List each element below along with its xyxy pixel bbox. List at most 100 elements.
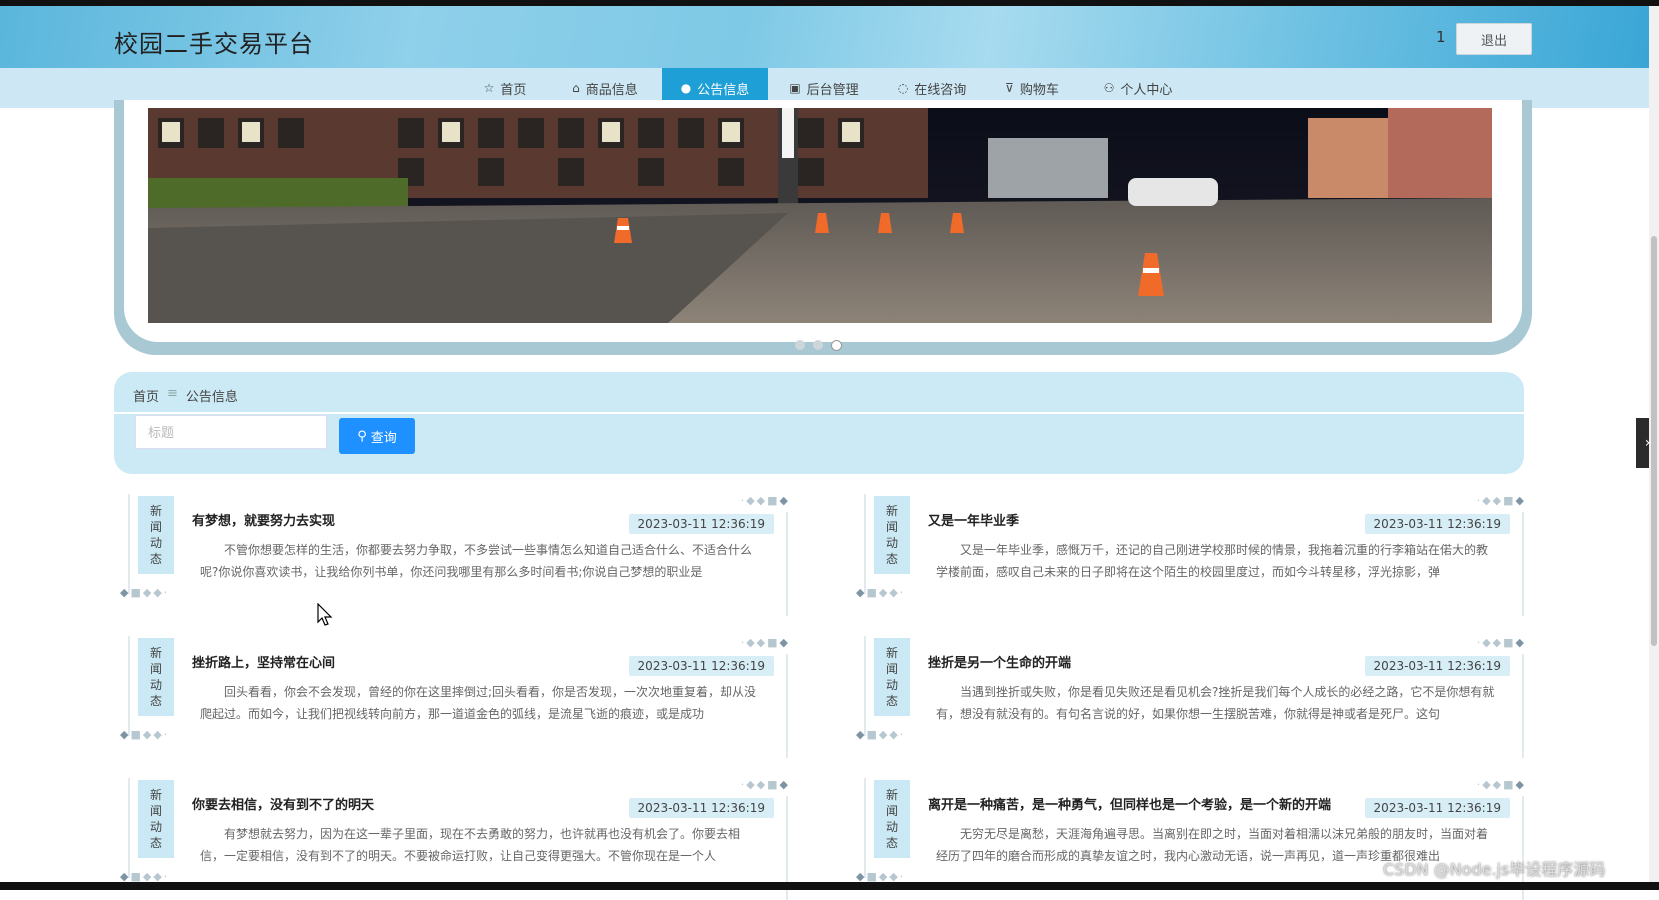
tag-char: 动 xyxy=(149,536,162,550)
news-tag: 新 闻 动 态 xyxy=(138,496,174,574)
tag-char: 新 xyxy=(885,504,898,518)
cart-icon: ⊽ xyxy=(1005,81,1014,95)
bag-icon: ⌂ xyxy=(572,81,580,95)
notice-card[interactable]: 新 闻 动 态 ·◆◆■◆ ◆■◆◆· 挫折是另一个生命的开端 2023-03-… xyxy=(856,636,1526,758)
notice-title[interactable]: 挫折是另一个生命的开端 xyxy=(928,652,1071,671)
card-rule xyxy=(128,636,130,736)
notice-title[interactable]: 又是一年毕业季 xyxy=(928,510,1019,529)
clipboard-icon: ▣ xyxy=(789,81,801,95)
corner-decoration: ◆■◆◆· xyxy=(120,586,170,599)
carousel-dot[interactable] xyxy=(813,340,823,350)
panel-divider xyxy=(114,412,1524,414)
tag-char: 闻 xyxy=(885,804,898,818)
card-rule xyxy=(864,494,866,594)
search-icon: ⚲ xyxy=(357,428,367,444)
notice-excerpt: 有梦想就去努力，因为在这一辈子里面，现在不去勇敢的努力，也许就再也没有机会了。你… xyxy=(200,827,741,863)
notice-excerpt: 又是一年毕业季，感慨万千，还记的自己刚进学校那时候的情景，我拖着沉重的行李箱站在… xyxy=(936,543,1489,579)
nav-item-label: 后台管理 xyxy=(806,82,859,98)
tag-char: 新 xyxy=(149,646,162,660)
notice-date: 2023-03-11 12:36:19 xyxy=(628,656,774,676)
breadcrumb-home[interactable]: 首页 xyxy=(133,386,159,405)
news-tag: 新 闻 动 态 xyxy=(874,780,910,858)
search-button-label: 查询 xyxy=(370,430,397,446)
corner-decoration: ·◆◆■◆ xyxy=(740,636,790,649)
nav-item-label: 个人中心 xyxy=(1120,82,1173,98)
notice-date: 2023-03-11 12:36:19 xyxy=(628,514,774,534)
tag-char: 闻 xyxy=(149,804,162,818)
tag-char: 态 xyxy=(149,836,162,850)
notice-title[interactable]: 挫折路上，坚持常在心间 xyxy=(192,652,335,671)
breadcrumb-separator: ≡ xyxy=(167,386,178,401)
card-rule xyxy=(864,636,866,736)
nav-item-label: 在线咨询 xyxy=(914,82,967,98)
card-rule xyxy=(1522,654,1524,758)
corner-decoration: ·◆◆■◆ xyxy=(1476,494,1526,507)
carousel-dot-active[interactable] xyxy=(831,340,842,351)
tag-char: 闻 xyxy=(885,662,898,676)
tag-char: 态 xyxy=(149,552,162,566)
site-title: 校园二手交易平台 xyxy=(114,30,314,58)
breadcrumb-current: 公告信息 xyxy=(185,390,238,405)
tag-char: 态 xyxy=(149,694,162,708)
news-tag: 新 闻 动 态 xyxy=(138,638,174,716)
tag-char: 新 xyxy=(885,788,898,802)
card-rule xyxy=(128,494,130,594)
circle-icon: ● xyxy=(680,81,692,95)
nav-item-label: 首页 xyxy=(500,82,527,98)
corner-decoration: ·◆◆■◆ xyxy=(740,494,790,507)
corner-decoration: ◆■◆◆· xyxy=(856,728,906,741)
user-name: 1 xyxy=(1436,28,1446,46)
notice-title[interactable]: 有梦想，就要努力去实现 xyxy=(192,510,335,529)
tag-char: 态 xyxy=(885,836,898,850)
notice-excerpt: 当遇到挫折或失败，你是看见失败还是看见机会?挫折是我们每个人成长的必经之路，它不… xyxy=(936,685,1495,721)
corner-decoration: ◆■◆◆· xyxy=(120,728,170,741)
notice-date: 2023-03-11 12:36:19 xyxy=(1364,656,1510,676)
tag-char: 动 xyxy=(149,678,162,692)
notice-date: 2023-03-11 12:36:19 xyxy=(628,798,774,818)
notice-card[interactable]: 新 闻 动 态 ·◆◆■◆ ◆■◆◆· 有梦想，就要努力去实现 2023-03-… xyxy=(120,494,790,616)
tag-char: 新 xyxy=(885,646,898,660)
tag-char: 动 xyxy=(885,678,898,692)
scrollbar-thumb[interactable] xyxy=(1651,236,1657,646)
notice-card[interactable]: 新 闻 动 态 ·◆◆■◆ ◆■◆◆· 又是一年毕业季 2023-03-11 1… xyxy=(856,494,1526,616)
site-header: 校园二手交易平台 1 退出 xyxy=(0,6,1649,68)
corner-decoration: ·◆◆■◆ xyxy=(1476,636,1526,649)
star-icon: ☆ xyxy=(483,81,495,95)
window-bottom-edge xyxy=(0,882,1659,890)
news-tag: 新 闻 动 态 xyxy=(138,780,174,858)
notice-title[interactable]: 你要去相信，没有到不了的明天 xyxy=(192,794,374,813)
tag-char: 动 xyxy=(885,820,898,834)
notice-card[interactable]: 新 闻 动 态 ·◆◆■◆ ◆■◆◆· 你要去相信，没有到不了的明天 2023-… xyxy=(120,778,790,900)
card-rule xyxy=(128,778,130,878)
news-tag: 新 闻 动 态 xyxy=(874,638,910,716)
tag-char: 动 xyxy=(885,536,898,550)
tag-char: 闻 xyxy=(149,520,162,534)
nav-item-label: 公告信息 xyxy=(697,82,750,98)
carousel-dot[interactable] xyxy=(795,340,805,350)
tag-char: 新 xyxy=(149,788,162,802)
tag-char: 态 xyxy=(885,694,898,708)
tag-char: 新 xyxy=(149,504,162,518)
notice-excerpt: 不管你想要怎样的生活，你都要去努力争取，不多尝试一些事情怎么知道自己适合什么、不… xyxy=(200,543,753,579)
corner-decoration: ◆■◆◆· xyxy=(856,586,906,599)
card-rule xyxy=(786,512,788,616)
search-button[interactable]: ⚲ 查询 xyxy=(339,418,415,454)
corner-decoration: ·◆◆■◆ xyxy=(740,778,790,791)
card-rule xyxy=(1522,512,1524,616)
notice-title[interactable]: 离开是一种痛苦，是一种勇气，但同样也是一个考验，是一个新的开端 xyxy=(928,794,1331,813)
tag-char: 动 xyxy=(149,820,162,834)
carousel-slide-image[interactable] xyxy=(148,108,1492,323)
tag-char: 闻 xyxy=(149,662,162,676)
card-rule xyxy=(786,654,788,758)
notice-card[interactable]: 新 闻 动 态 ·◆◆■◆ ◆■◆◆· 挫折路上，坚持常在心间 2023-03-… xyxy=(120,636,790,758)
logout-button[interactable]: 退出 xyxy=(1456,23,1532,55)
breadcrumb: 首页 ≡ 公告信息 xyxy=(133,386,238,405)
news-tag: 新 闻 动 态 xyxy=(874,496,910,574)
tag-char: 闻 xyxy=(885,520,898,534)
corner-decoration: ·◆◆■◆ xyxy=(1476,778,1526,791)
title-search-input[interactable] xyxy=(135,415,327,449)
user-icon: ⚇ xyxy=(1103,81,1115,95)
notice-date: 2023-03-11 12:36:19 xyxy=(1364,798,1510,818)
notice-date: 2023-03-11 12:36:19 xyxy=(1364,514,1510,534)
mouse-cursor-icon xyxy=(317,602,333,631)
